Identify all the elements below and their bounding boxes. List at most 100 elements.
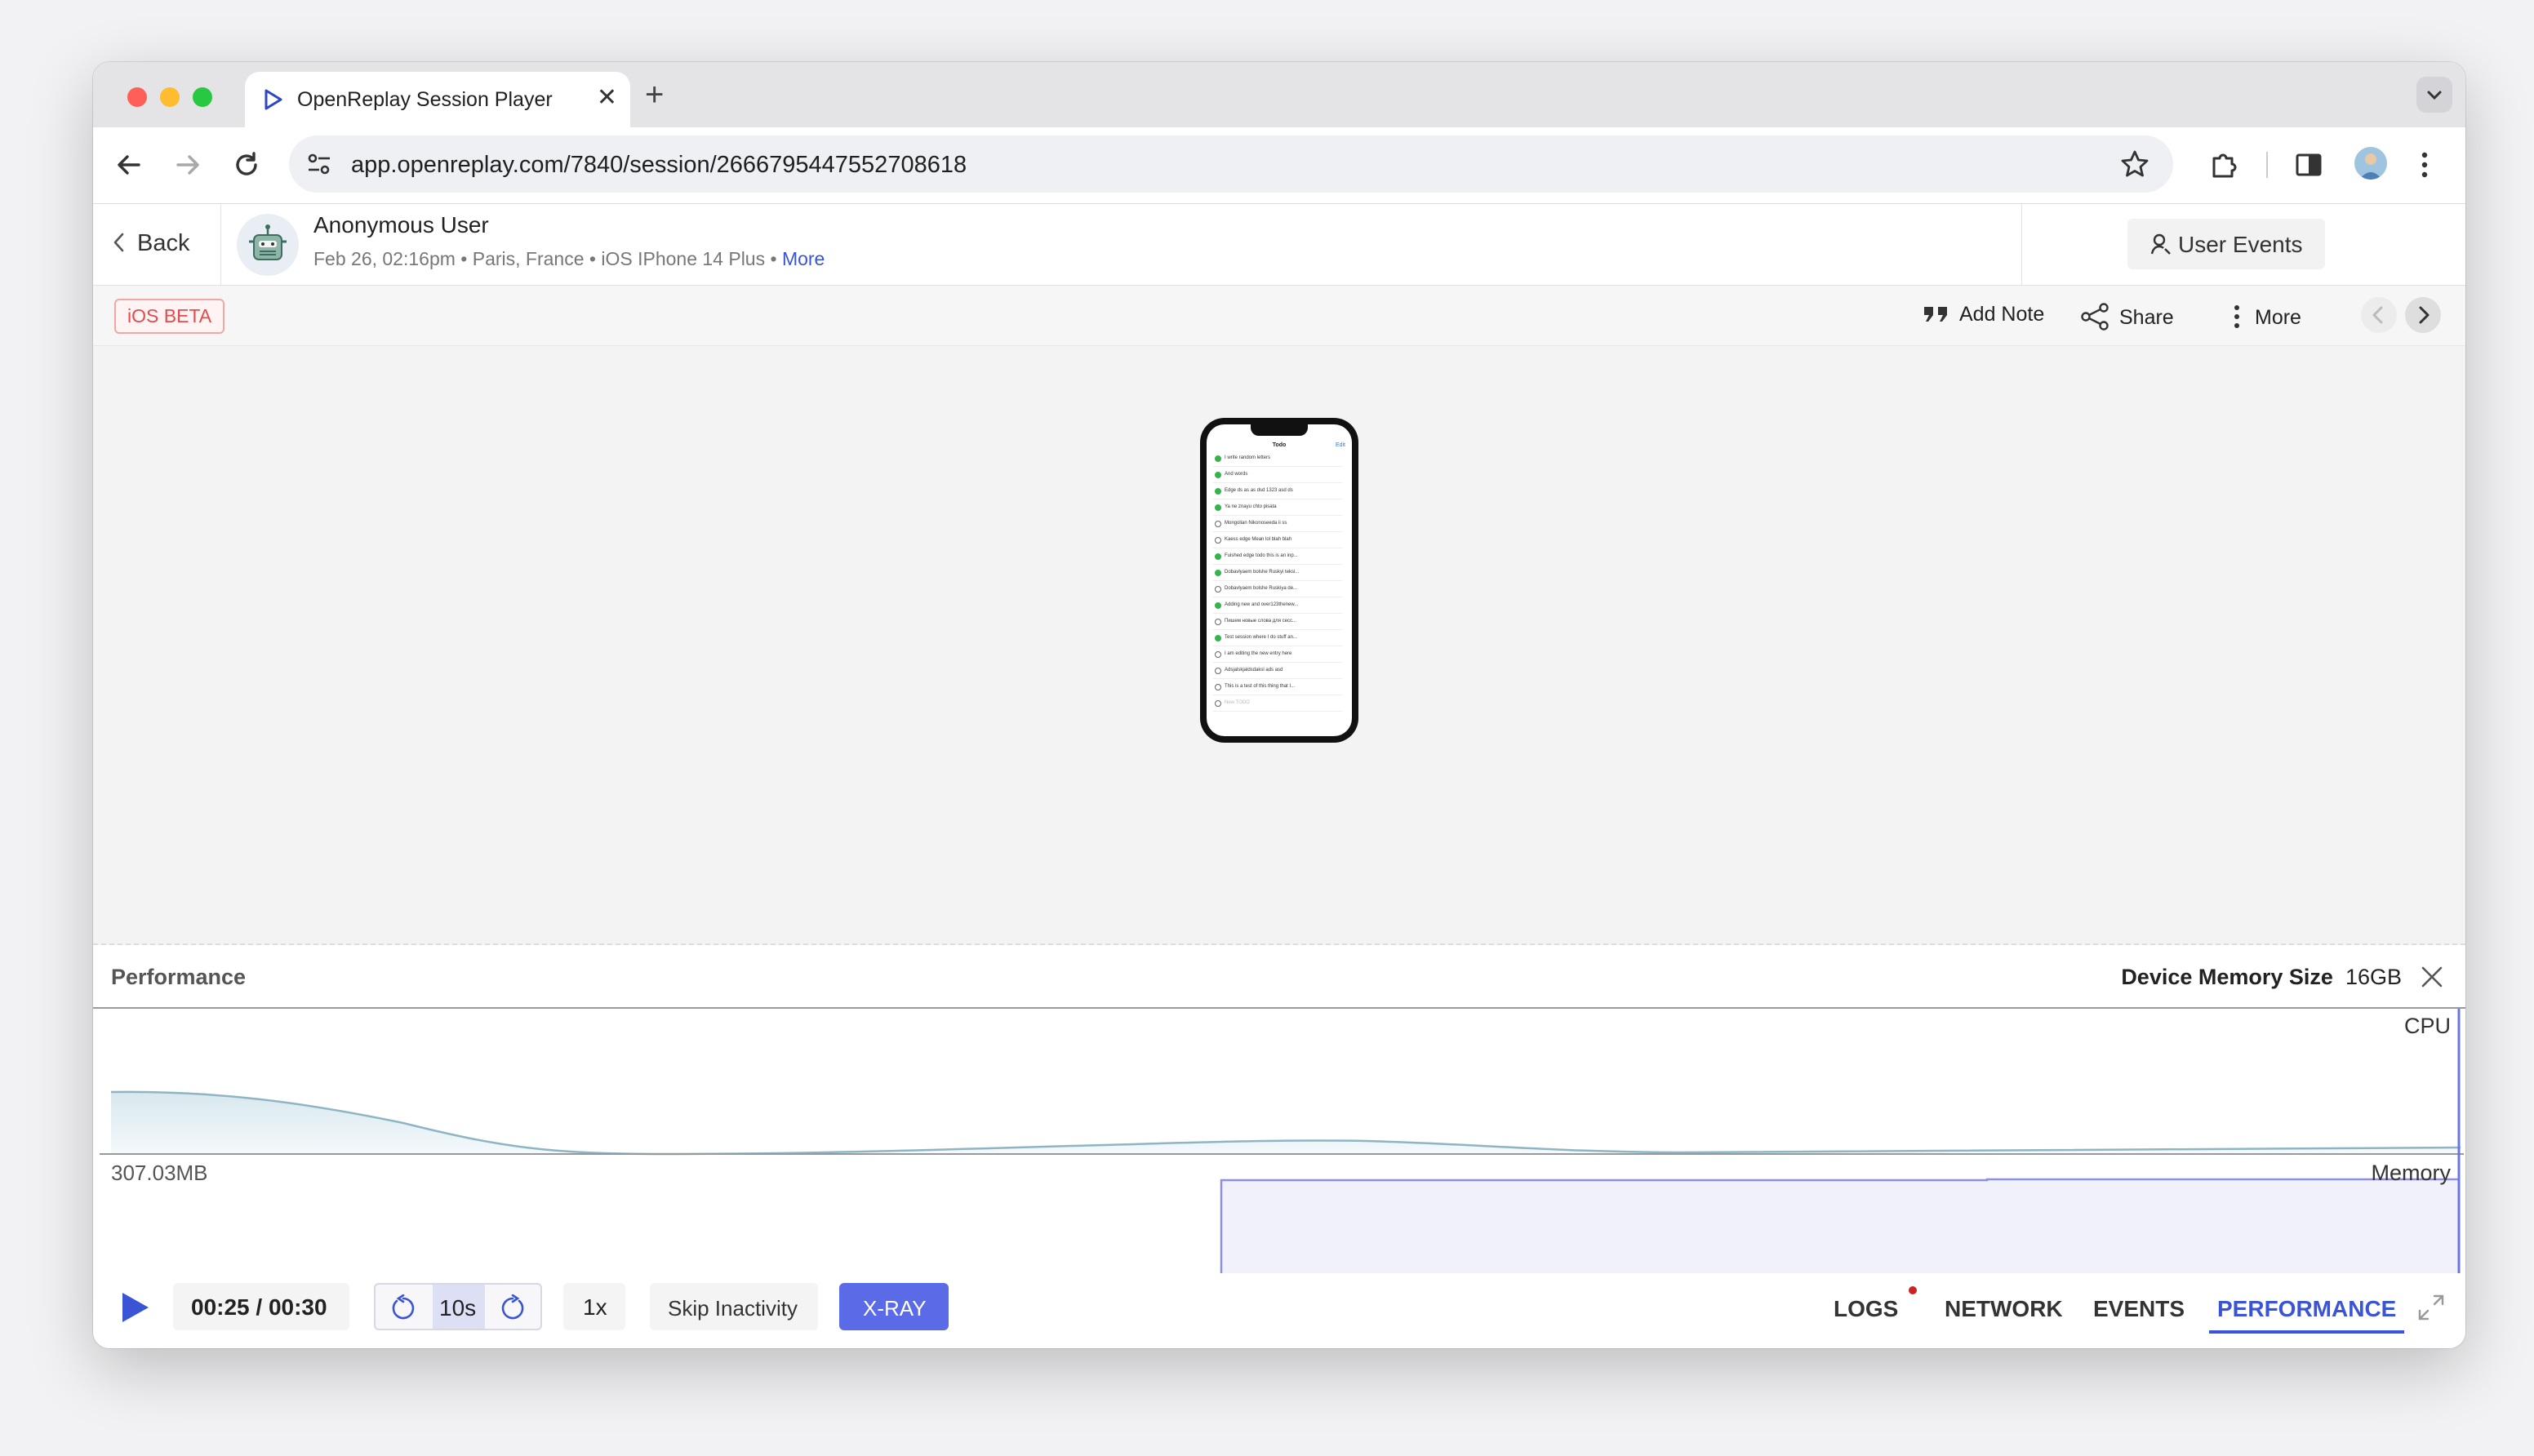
share-button[interactable]: Share [2080,303,2174,331]
session-location: Paris, France [472,248,585,269]
time-display: 00:25 / 00:30 [173,1283,349,1330]
close-tab-icon[interactable]: ✕ [597,83,617,112]
new-tab-button[interactable]: + [645,77,664,113]
close-window-button[interactable] [127,87,147,107]
phone-notch [1251,424,1308,436]
app-title: Todo [1272,442,1287,448]
browser-toolbar: app.openreplay.com/7840/session/26667954… [93,127,2465,204]
add-note-label: Add Note [1959,303,2045,326]
todo-item: And words [1213,468,1342,483]
unchecked-circle-icon [1215,651,1221,658]
todo-item: I am editing the new entry here [1213,648,1342,663]
more-button[interactable]: More [2232,303,2301,331]
player-controls: 00:25 / 00:30 10s 1x Skip Inactivity X-R… [93,1273,2465,1348]
player-subbar: iOS BETA Add Note Share More [93,286,2465,346]
add-note-button[interactable]: Add Note [1922,303,2044,326]
back-arrow-icon[interactable] [114,150,144,184]
todo-item-text: This is a test of this thing that I... [1225,684,1296,689]
unchecked-circle-icon [1215,586,1221,593]
kebab-menu-icon[interactable] [2416,149,2433,185]
chevron-left-icon [2372,306,2383,324]
previous-session-button[interactable] [2361,297,2397,333]
rewind-icon[interactable] [389,1294,418,1326]
todo-item: Fuished edge todo this is an inp... [1213,550,1342,565]
unchecked-circle-icon [1215,537,1221,544]
address-bar[interactable]: app.openreplay.com/7840/session/26667954… [289,135,2173,193]
chevron-right-icon [2419,306,2430,324]
playback-speed-button[interactable]: 1x [563,1283,625,1330]
todo-item-text: I write random letters [1225,455,1271,460]
tab-network[interactable]: NETWORK [1945,1296,2063,1322]
skip-interval[interactable]: 10s [433,1285,485,1329]
checked-circle-icon [1215,553,1221,560]
share-label: Share [2119,306,2174,329]
todo-item: Ya ne znayu chto pisata [1213,501,1342,516]
xray-button[interactable]: X-RAY [839,1283,949,1330]
tab-events[interactable]: EVENTS [2093,1296,2185,1322]
meta-separator: • [589,248,596,269]
close-icon[interactable] [2420,965,2444,993]
tab-strip: OpenReplay Session Player ✕ + [93,62,2465,127]
extensions-puzzle-icon[interactable] [2207,149,2240,185]
tab-logs[interactable]: LOGS [1834,1296,1898,1322]
todo-item-text: Пишем новые слова для сесс... [1225,619,1297,624]
todo-item-text: Adsjalskjaldsdaksl ads asd [1225,668,1283,673]
todo-item: Dobavlyaem bolshe Ruskiya de... [1213,583,1342,597]
checked-circle-icon [1215,488,1221,495]
checked-circle-icon [1215,570,1221,576]
user-events-button[interactable]: User Events [2127,219,2325,269]
tab-openreplay[interactable]: OpenReplay Session Player ✕ [245,72,630,127]
bookmark-star-icon[interactable] [2119,149,2150,184]
more-vertical-icon [2234,305,2239,328]
session-header: Back Anonymous User Feb 26, 02:16pm • Pa… [93,204,2465,286]
unchecked-circle-icon [1215,700,1221,707]
zoom-window-button[interactable] [193,87,212,107]
url-text: app.openreplay.com/7840/session/26667954… [351,152,967,178]
checked-circle-icon [1215,635,1221,641]
back-button[interactable]: Back [111,230,189,257]
fast-forward-icon[interactable] [498,1294,527,1326]
user-avatar [237,214,299,276]
robot-avatar-icon [249,224,287,260]
memory-label: Memory [2371,1161,2451,1185]
side-panel-icon[interactable] [2292,149,2325,185]
todo-item: Edge ds as as dsd 1323 asd ds [1213,485,1342,499]
reload-icon[interactable] [232,150,261,184]
tab-performance[interactable]: PERFORMANCE [2209,1296,2405,1334]
skip-inactivity-toggle[interactable]: Skip Inactivity [650,1283,818,1330]
todo-item-text: Dobavlyaem bolshe Ruskiya de... [1225,586,1298,591]
play-button[interactable] [116,1288,152,1331]
checked-circle-icon [1215,472,1221,478]
session-date: Feb 26, 02:16pm [313,248,456,269]
skip-controls: 10s [374,1283,542,1330]
tab-search-button[interactable] [2416,77,2452,113]
phone-screen: Todo Edit I write random letters And word… [1207,424,1352,736]
share-icon [2081,303,2109,331]
next-session-button[interactable] [2405,297,2441,333]
expand-icon[interactable] [2415,1291,2447,1328]
todo-item-text: Dobavlyaem bolshe Ruskyi teksi... [1225,570,1300,575]
chevron-left-icon [113,233,124,252]
app-edit-button: Edit [1335,442,1345,448]
unchecked-circle-icon [1215,521,1221,527]
device-memory-label: Device Memory Size [2121,965,2333,989]
todo-item-text: Kaess edge Mean lol blah blah [1225,537,1292,542]
performance-graph: ” [100,1009,2464,1301]
todo-item: Adding new and over123thenew... [1213,599,1342,614]
performance-title: Performance [111,965,247,989]
session-more-link[interactable]: More [782,248,825,269]
todo-item: This is a test of this thing that I... [1213,681,1342,695]
play-icon [122,1293,149,1322]
site-settings-icon[interactable] [305,150,333,182]
user-name: Anonymous User [313,212,489,237]
minimize-window-button[interactable] [160,87,180,107]
replay-stage: Todo Edit I write random letters And word… [93,346,2465,945]
toolbar-divider [2266,152,2268,178]
profile-avatar[interactable] [2354,147,2387,180]
ios-beta-badge: iOS BETA [114,299,225,334]
browser-window: OpenReplay Session Player ✕ + app.openre… [93,62,2465,1348]
todo-item-text: And words [1225,472,1248,477]
checked-circle-icon [1215,504,1221,511]
forward-arrow-icon[interactable] [173,150,202,184]
memory-value: 307.03MB [111,1161,208,1185]
